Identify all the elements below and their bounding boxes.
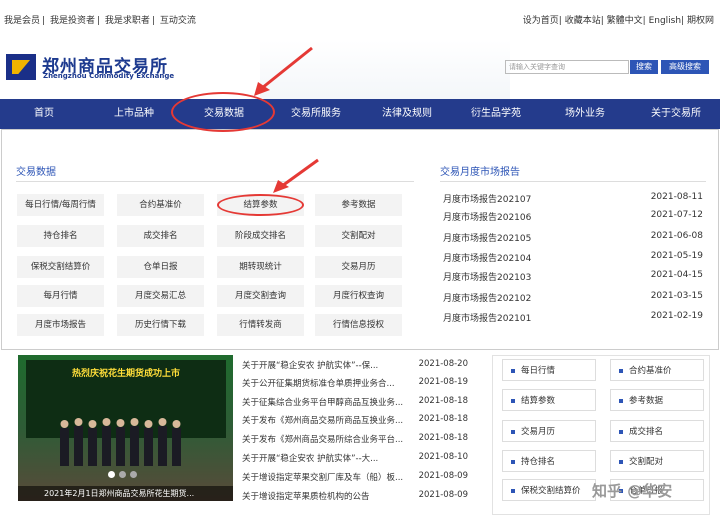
annotation-arrows (254, 46, 319, 193)
